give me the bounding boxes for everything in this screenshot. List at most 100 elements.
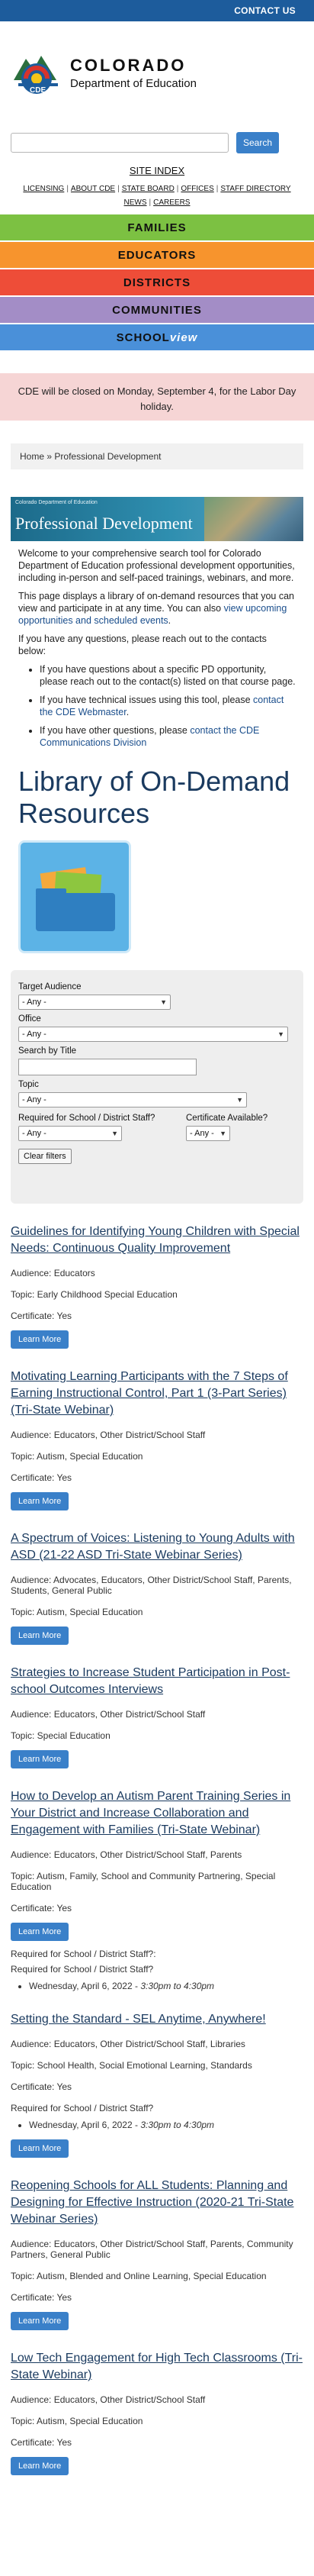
result-audience: Audience: Advocates, Educators, Other Di…	[11, 1575, 292, 1596]
result-title-link[interactable]: How to Develop an Autism Parent Training…	[11, 1788, 303, 1839]
result-topic: Topic: Autism, Special Education	[11, 2416, 143, 2426]
result-audience: Audience: Educators, Other District/Scho…	[11, 2039, 245, 2049]
list-item: Setting the Standard - SEL Anytime, Anyw…	[11, 2011, 303, 2158]
learn-more-button[interactable]: Learn More	[11, 2457, 69, 2475]
learn-more-button[interactable]: Learn More	[11, 1330, 69, 1349]
learn-more-button[interactable]: Learn More	[11, 1750, 69, 1768]
result-title-link[interactable]: Low Tech Engagement for High Tech Classr…	[11, 2350, 303, 2384]
search-button[interactable]: Search	[236, 132, 279, 153]
list-item: How to Develop an Autism Parent Training…	[11, 1788, 303, 1991]
office-select-value: - Any -	[22, 1030, 46, 1039]
util-link-about[interactable]: ABOUT CDE	[71, 185, 115, 193]
result-title-link[interactable]: Strategies to Increase Student Participa…	[11, 1665, 303, 1698]
util-link-state-board[interactable]: STATE BOARD	[122, 185, 175, 193]
logo-text[interactable]: COLORADO Department of Education	[70, 56, 197, 90]
nav-educators[interactable]: EDUCATORS	[0, 242, 314, 268]
nav-communities[interactable]: COMMUNITIES	[0, 297, 314, 323]
nav-districts[interactable]: DISTRICTS	[0, 269, 314, 295]
intro-paragraph-3: If you have any questions, please reach …	[18, 634, 267, 656]
result-title-link[interactable]: Setting the Standard - SEL Anytime, Anyw…	[11, 2011, 303, 2028]
colorado-logo-icon[interactable]: CDE	[11, 45, 66, 100]
chevron-down-icon: ▼	[236, 1096, 243, 1104]
chevron-down-icon: ▼	[277, 1030, 284, 1038]
learn-more-button[interactable]: Learn More	[11, 1923, 69, 1941]
list-item: A Spectrum of Voices: Listening to Young…	[11, 1530, 303, 1645]
topic-select-value: - Any -	[22, 1095, 46, 1104]
result-required: Required for School / District Staff?	[11, 2103, 154, 2113]
breadcrumb-separator: »	[46, 451, 53, 462]
util-link-staff-directory[interactable]: STAFF DIRECTORY	[220, 185, 290, 193]
util-link-licensing[interactable]: LICENSING	[23, 185, 64, 193]
util-link-careers[interactable]: CAREERS	[153, 198, 190, 207]
audience-select[interactable]: - Any - ▼	[18, 995, 171, 1010]
library-title: Library of On-Demand Resources	[18, 766, 290, 829]
topic-label: Topic	[18, 1080, 39, 1089]
main-nav: FAMILIES EDUCATORS DISTRICTS COMMUNITIES…	[0, 214, 314, 350]
result-dates: Wednesday, April 6, 2022 - 3:30pm to 4:3…	[11, 1981, 303, 1991]
list-item: Guidelines for Identifying Young Childre…	[11, 1224, 303, 1349]
result-title-link[interactable]: Motivating Learning Participants with th…	[11, 1369, 303, 1419]
bullet-3-text: If you have other questions, please	[40, 725, 191, 736]
search-input[interactable]	[11, 133, 229, 153]
result-topic: Topic: Autism, Blended and Online Learni…	[11, 2271, 267, 2281]
contact-bullet-2: If you have technical issues using this …	[40, 694, 296, 718]
learn-more-button[interactable]: Learn More	[11, 2312, 69, 2330]
result-certificate: Certificate: Yes	[11, 1472, 72, 1483]
top-bar: CONTACT US	[0, 0, 314, 21]
logo-badge-text: CDE	[30, 86, 46, 95]
logo-line-2: Department of Education	[70, 76, 197, 90]
site-index-link[interactable]: SITE INDEX	[0, 165, 314, 176]
learn-more-button[interactable]: Learn More	[11, 1627, 69, 1645]
schoolview-label-b: view	[169, 330, 198, 344]
result-audience: Audience: Educators, Other District/Scho…	[11, 1430, 206, 1440]
office-select[interactable]: - Any - ▼	[18, 1027, 288, 1042]
topic-select[interactable]: - Any - ▼	[18, 1092, 247, 1107]
required-select-value: - Any -	[22, 1129, 46, 1138]
site-header: CDE COLORADO Department of Education	[0, 21, 314, 124]
certificate-select-value: - Any -	[190, 1129, 214, 1138]
result-dates: Wednesday, April 6, 2022 - 3:30pm to 4:3…	[11, 2120, 303, 2130]
banner-photo-collage	[204, 497, 303, 541]
separator: |	[176, 185, 179, 193]
title-search-label: Search by Title	[18, 1046, 77, 1056]
result-certificate: Certificate: Yes	[11, 2437, 72, 2448]
result-title-link[interactable]: Guidelines for Identifying Young Childre…	[11, 1224, 303, 1257]
contact-us-link[interactable]: CONTACT US	[234, 5, 296, 16]
result-title-link[interactable]: A Spectrum of Voices: Listening to Young…	[11, 1530, 303, 1564]
result-audience: Audience: Educators, Other District/Scho…	[11, 2394, 206, 2405]
result-certificate: Certificate: Yes	[11, 2292, 72, 2303]
separator: |	[66, 185, 69, 193]
chevron-down-icon: ▼	[111, 1130, 118, 1137]
required-cert-row: Required for School / District Staff? - …	[18, 1114, 296, 1141]
title-search-input[interactable]	[18, 1059, 197, 1075]
audience-select-value: - Any -	[22, 998, 46, 1007]
learn-more-button[interactable]: Learn More	[11, 2139, 69, 2158]
folders-icon	[18, 840, 131, 953]
results-list: Guidelines for Identifying Young Childre…	[0, 1224, 314, 2475]
util-link-news[interactable]: NEWS	[124, 198, 147, 207]
result-certificate: Certificate: Yes	[11, 1903, 72, 1913]
nav-families[interactable]: FAMILIES	[0, 214, 314, 240]
list-item: Reopening Schools for ALL Students: Plan…	[11, 2178, 303, 2330]
util-link-offices[interactable]: OFFICES	[181, 185, 213, 193]
certificate-select[interactable]: - Any - ▼	[186, 1126, 230, 1141]
clear-filters-button[interactable]: Clear filters	[18, 1149, 72, 1164]
chevron-down-icon: ▼	[219, 1130, 226, 1137]
result-required-a: Required for School / District Staff?:	[11, 1949, 156, 1959]
audience-label: Target Audience	[18, 982, 82, 991]
bullet-2-end: .	[126, 707, 130, 717]
closure-alert: CDE will be closed on Monday, September …	[0, 373, 314, 421]
result-topic: Topic: Special Education	[11, 1730, 111, 1741]
result-topic: Topic: School Health, Social Emotional L…	[11, 2060, 252, 2071]
required-select[interactable]: - Any - ▼	[18, 1126, 122, 1141]
breadcrumb-current: Professional Development	[54, 451, 162, 462]
result-audience: Audience: Educators, Other District/Scho…	[11, 2239, 293, 2260]
breadcrumb-home[interactable]: Home	[20, 451, 44, 462]
separator: |	[117, 185, 120, 193]
result-audience: Audience: Educators	[11, 1268, 95, 1278]
learn-more-button[interactable]: Learn More	[11, 1492, 69, 1510]
site-search: Search	[0, 130, 314, 156]
utility-links: LICENSING | ABOUT CDE | STATE BOARD | OFFICES |…	[0, 182, 314, 210]
nav-schoolview[interactable]: SCHOOL view	[0, 324, 314, 350]
result-title-link[interactable]: Reopening Schools for ALL Students: Plan…	[11, 2178, 303, 2228]
